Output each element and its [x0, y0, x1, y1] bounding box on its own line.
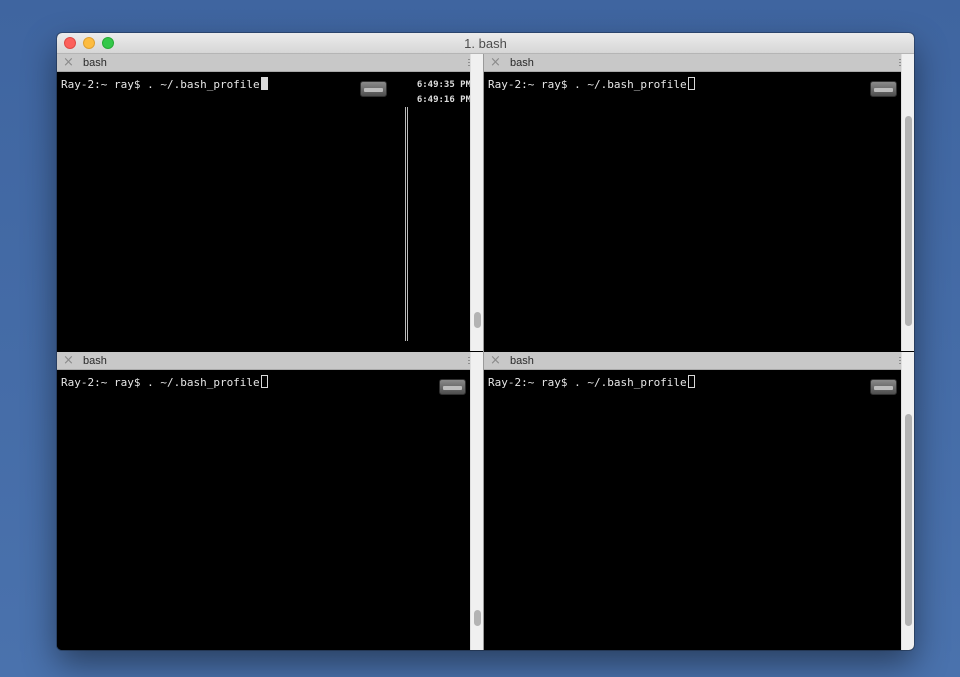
scrollbar-thumb[interactable]	[474, 610, 481, 626]
scrollbar[interactable]	[470, 352, 483, 650]
terminal-output[interactable]: Ray-2:~ ray$ . ~/.bash_profile 6:49:35 P…	[57, 73, 471, 351]
terminal-output[interactable]: Ray-2:~ ray$ . ~/.bash_profile	[484, 371, 901, 650]
text-cursor	[687, 375, 695, 388]
prompt-line: Ray-2:~ ray$ . ~/.bash_profile	[61, 375, 268, 390]
close-pane-icon[interactable]: ×	[490, 353, 501, 369]
pane-top-right[interactable]: × bash Ray-2:~ ray$ . ~/.bash_profile	[484, 54, 914, 351]
timestamp: 6:49:16 PM	[416, 95, 471, 105]
close-pane-icon[interactable]: ×	[490, 55, 501, 71]
pane-top-left[interactable]: × bash Ray-2:~ ray$ . ~/.bash_profile 6:…	[57, 54, 483, 351]
prompt-line: Ray-2:~ ray$ . ~/.bash_profile	[488, 375, 695, 390]
scrollbar[interactable]	[901, 352, 914, 650]
hard-drive-icon	[360, 81, 387, 97]
prompt-line: Ray-2:~ ray$ . ~/.bash_profile	[488, 77, 695, 92]
text-cursor	[260, 77, 268, 90]
pane-header: × bash	[57, 352, 483, 370]
pane-bottom-left[interactable]: × bash Ray-2:~ ray$ . ~/.bash_profile	[57, 352, 483, 650]
terminal-window: 1. bash × bash Ray-2:~ ray$ . ~/.bash_pr…	[57, 33, 914, 650]
scrollbar-thumb[interactable]	[474, 312, 481, 328]
pane-title: bash	[83, 57, 107, 69]
text-cursor	[687, 77, 695, 90]
pane-header: × bash	[57, 54, 483, 72]
pane-header: × bash	[484, 352, 914, 370]
text-cursor	[260, 375, 268, 388]
timestamp: 6:49:35 PM	[416, 80, 471, 90]
prompt-text: Ray-2:~ ray$ . ~/.bash_profile	[488, 376, 687, 389]
hard-drive-icon	[439, 379, 466, 395]
prompt-line: Ray-2:~ ray$ . ~/.bash_profile	[61, 77, 268, 92]
pane-title: bash	[510, 57, 534, 69]
pane-divider[interactable]	[483, 54, 484, 650]
scrollbar-thumb[interactable]	[905, 414, 912, 626]
hard-drive-icon	[870, 81, 897, 97]
hard-drive-icon	[870, 379, 897, 395]
prompt-text: Ray-2:~ ray$ . ~/.bash_profile	[61, 78, 260, 91]
prompt-text: Ray-2:~ ray$ . ~/.bash_profile	[488, 78, 687, 91]
pane-bottom-right[interactable]: × bash Ray-2:~ ray$ . ~/.bash_profile	[484, 352, 914, 650]
close-pane-icon[interactable]: ×	[63, 353, 74, 369]
scrollbar[interactable]	[901, 54, 914, 351]
pane-header: × bash	[484, 54, 914, 72]
terminal-output[interactable]: Ray-2:~ ray$ . ~/.bash_profile	[484, 73, 901, 351]
title-bar[interactable]: 1. bash	[57, 33, 914, 54]
pane-title: bash	[510, 355, 534, 367]
scrollbar[interactable]	[470, 54, 483, 351]
scrollbar-thumb[interactable]	[905, 116, 912, 326]
window-title: 1. bash	[464, 36, 507, 51]
close-pane-icon[interactable]: ×	[63, 55, 74, 71]
pane-title: bash	[83, 355, 107, 367]
prompt-text: Ray-2:~ ray$ . ~/.bash_profile	[61, 376, 260, 389]
timestamp-marker-line	[405, 107, 408, 341]
terminal-output[interactable]: Ray-2:~ ray$ . ~/.bash_profile	[57, 371, 470, 650]
